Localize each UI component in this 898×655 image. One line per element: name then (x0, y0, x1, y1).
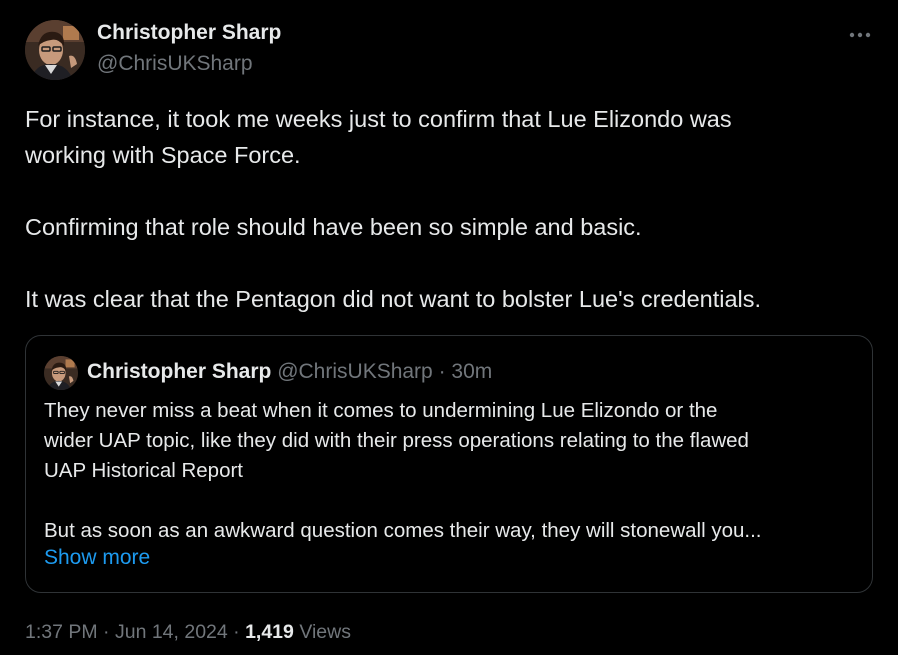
avatar-photo (44, 356, 78, 390)
tweet-date[interactable]: Jun 14, 2024 (115, 621, 228, 643)
quoted-author-handle: @ChrisUKSharp (277, 360, 433, 383)
tweet-time[interactable]: 1:37 PM (25, 621, 98, 643)
author-handle[interactable]: @ChrisUKSharp (97, 52, 253, 76)
quoted-separator: · (438, 360, 446, 383)
author-name[interactable]: Christopher Sharp (97, 21, 281, 45)
tweet-text: For instance, it took me weeks just to c… (25, 101, 875, 317)
more-horizontal-icon (849, 32, 871, 38)
show-more-link[interactable]: Show more (44, 546, 150, 570)
tweet: Christopher Sharp @ChrisUKSharp For inst… (0, 0, 898, 655)
quoted-author-name: Christopher Sharp (87, 360, 272, 383)
meta-separator: · (233, 621, 240, 643)
tweet-text-line: working with Space Force. (25, 142, 301, 168)
quoted-text-line: wider UAP topic, like they did with thei… (44, 429, 749, 452)
tweet-metadata: 1:37 PM · Jun 14, 2024 · 1,419 Views (25, 621, 351, 644)
views-label: Views (299, 621, 351, 643)
tweet-text-line: Confirming that role should have been so… (25, 214, 642, 240)
avatar-photo (25, 20, 85, 80)
quoted-tweet-text: They never miss a beat when it comes to … (44, 396, 864, 546)
tweet-text-line: It was clear that the Pentagon did not w… (25, 286, 762, 312)
views-count: 1,419 (245, 621, 294, 643)
quoted-tweet-header: Christopher Sharp @ChrisUKSharp · 30m (87, 360, 492, 384)
quoted-tweet-card[interactable]: Christopher Sharp @ChrisUKSharp · 30m Th… (25, 335, 873, 593)
quoted-text-line: They never miss a beat when it comes to … (44, 399, 718, 422)
quoted-timestamp: 30m (451, 360, 493, 383)
meta-separator: · (103, 621, 110, 643)
quoted-author-avatar (44, 356, 78, 390)
author-avatar[interactable] (25, 20, 85, 80)
tweet-text-line: For instance, it took me weeks just to c… (25, 106, 732, 132)
more-options-button[interactable] (842, 22, 878, 48)
quoted-text-line: But as soon as an awkward question comes… (44, 519, 762, 542)
quoted-text-line: UAP Historical Report (44, 459, 243, 482)
